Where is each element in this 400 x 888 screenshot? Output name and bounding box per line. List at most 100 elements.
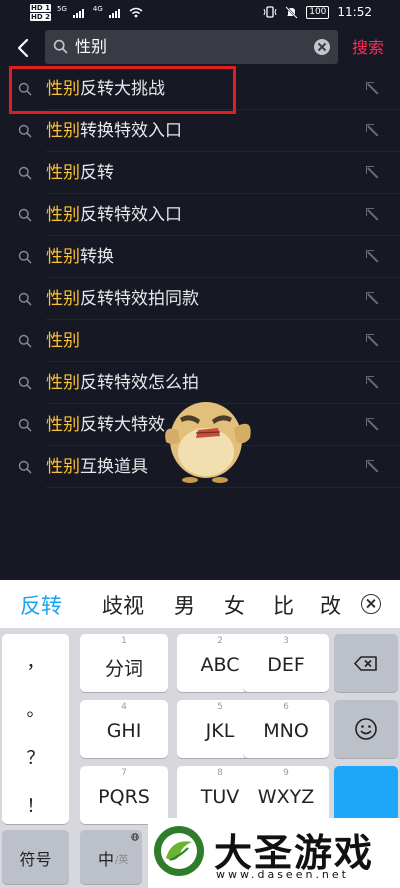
ime-candidate-bar: 反转 歧视 男 女 比 改	[0, 580, 400, 628]
annotation-highlight-box	[9, 66, 236, 114]
fill-query-arrow-icon[interactable]	[366, 82, 380, 96]
hd1-badge: HD 1	[30, 4, 51, 12]
suggestion-highlight: 性别	[46, 163, 80, 183]
suggestion-highlight: 性别	[46, 415, 80, 435]
clear-search-button[interactable]	[314, 39, 330, 55]
suggestion-item[interactable]: 性别反转特效入口	[0, 194, 400, 236]
suggestion-highlight: 性别	[46, 289, 80, 309]
language-switch-key[interactable]: 中/英	[80, 830, 142, 884]
search-icon	[18, 460, 32, 474]
candidate-word[interactable]: 改	[320, 590, 341, 620]
suggestion-item[interactable]: 性别反转特效拍同款	[0, 278, 400, 320]
suggestion-text: 性别转换	[46, 236, 114, 278]
backspace-key[interactable]	[334, 634, 398, 692]
search-icon	[18, 334, 32, 348]
fill-query-arrow-icon[interactable]	[366, 124, 380, 138]
fill-query-arrow-icon[interactable]	[366, 376, 380, 390]
search-icon	[18, 418, 32, 432]
suggestion-rest: 互换道具	[80, 457, 148, 477]
candidate-word[interactable]: 反转	[20, 590, 62, 620]
close-candidates-icon[interactable]	[361, 594, 381, 614]
candidate-word[interactable]: 比	[273, 590, 294, 620]
suggestion-highlight: 性别	[46, 457, 80, 477]
suggestion-rest: 反转特效入口	[80, 205, 182, 225]
suggestion-highlight: 性别	[46, 205, 80, 225]
suggestion-text: 性别反转大特效	[46, 404, 165, 446]
fill-query-arrow-icon[interactable]	[366, 460, 380, 474]
search-box[interactable]: 性别	[45, 30, 338, 64]
fill-query-arrow-icon[interactable]	[366, 166, 380, 180]
battery-indicator: 100	[306, 5, 330, 19]
punctuation-column[interactable]: ， 。 ？ ！	[2, 634, 69, 824]
watermark-banner: 大圣游戏网 www.daseen.net	[148, 818, 400, 888]
search-icon	[53, 39, 68, 54]
mascot-illustration	[165, 402, 251, 483]
key-9[interactable]: 9 WXYZ	[243, 766, 329, 824]
key-6[interactable]: 6 MNO	[243, 700, 329, 758]
suggestion-highlight: 性别	[46, 247, 80, 267]
backspace-icon	[354, 656, 377, 671]
suggestion-item[interactable]: 性别	[0, 320, 400, 362]
key-3[interactable]: 3 DEF	[243, 634, 329, 692]
network-4g-label: 4G	[92, 4, 103, 13]
fill-query-arrow-icon[interactable]	[366, 250, 380, 264]
suggestion-highlight: 性别	[46, 373, 80, 393]
globe-icon	[131, 833, 139, 841]
suggestion-item[interactable]: 性别反转	[0, 152, 400, 194]
suggestion-rest: 转换特效入口	[80, 121, 182, 141]
back-button[interactable]	[10, 34, 36, 62]
suggestion-rest: 反转	[80, 163, 114, 183]
candidate-word[interactable]: 女	[224, 590, 245, 620]
suggestion-rest: 转换	[80, 247, 114, 267]
search-icon	[18, 376, 32, 390]
search-submit-button[interactable]: 搜索	[352, 34, 384, 62]
chevron-left-icon	[17, 38, 29, 58]
suggestion-text: 性别反转特效入口	[46, 194, 182, 236]
suggestion-rest: 反转特效拍同款	[80, 289, 199, 309]
search-icon	[18, 124, 32, 138]
watermark-url: www.daseen.net	[216, 868, 349, 881]
suggestion-text: 性别互换道具	[46, 446, 148, 488]
suggestion-item[interactable]: 性别转换特效入口	[0, 110, 400, 152]
hd2-badge: HD 2	[30, 13, 51, 21]
search-icon	[18, 250, 32, 264]
search-icon	[18, 292, 32, 306]
candidate-word[interactable]: 歧视	[102, 590, 144, 620]
suggestion-highlight: 性别	[46, 121, 80, 141]
punct-key[interactable]: ？	[2, 744, 69, 770]
emoji-key[interactable]	[334, 700, 398, 758]
vibrate-icon	[263, 6, 277, 18]
symbols-key[interactable]: 符号	[2, 830, 69, 884]
suggestion-item[interactable]: 性别转换	[0, 236, 400, 278]
fill-query-arrow-icon[interactable]	[366, 418, 380, 432]
fill-query-arrow-icon[interactable]	[366, 292, 380, 306]
watermark-logo-icon	[154, 826, 204, 876]
key-7[interactable]: 7 PQRS	[80, 766, 168, 824]
key-1[interactable]: 1 分词	[80, 634, 168, 692]
search-header: 性别 搜索	[0, 28, 400, 68]
suggestion-text: 性别反转特效拍同款	[46, 278, 199, 320]
search-icon	[18, 166, 32, 180]
signal-icon	[72, 8, 87, 18]
suggestion-text: 性别	[46, 320, 80, 362]
network-5g-label: 5G	[56, 4, 67, 13]
wifi-icon	[129, 7, 143, 18]
punct-key[interactable]: ！	[2, 792, 69, 818]
suggestion-text: 性别反转	[46, 152, 114, 194]
search-input[interactable]: 性别	[75, 30, 315, 64]
fill-query-arrow-icon[interactable]	[366, 334, 380, 348]
candidate-word[interactable]: 男	[174, 590, 195, 620]
fill-query-arrow-icon[interactable]	[366, 208, 380, 222]
clock: 11:52	[337, 5, 372, 19]
key-4[interactable]: 4 GHI	[80, 700, 168, 758]
punct-key[interactable]: 。	[2, 696, 69, 722]
signal-icon-2	[108, 8, 123, 18]
punct-key[interactable]: ，	[2, 648, 69, 674]
suggestion-text: 性别转换特效入口	[46, 110, 182, 152]
status-bar: HD 1 HD 2 5G 4G 100 11:52	[0, 0, 400, 28]
smiley-icon	[355, 718, 377, 740]
mute-icon	[285, 5, 298, 19]
suggestion-highlight: 性别	[46, 331, 80, 351]
suggestion-rest: 反转大特效	[80, 415, 165, 435]
search-icon	[18, 208, 32, 222]
